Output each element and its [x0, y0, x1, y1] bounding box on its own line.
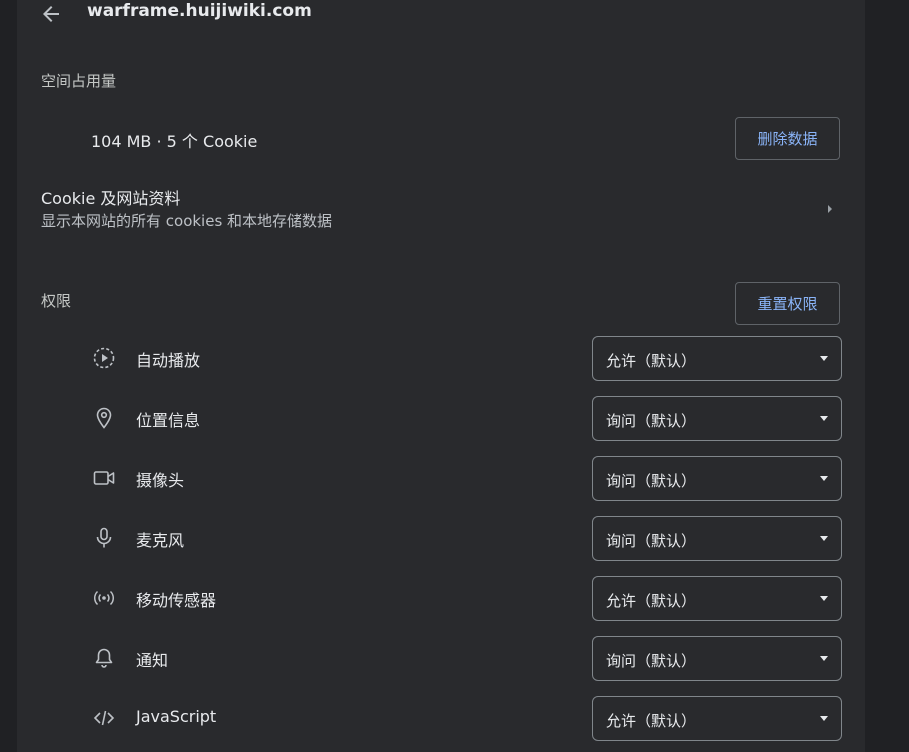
permissions-section-label: 权限	[41, 292, 72, 310]
camera-icon	[93, 471, 115, 485]
location-icon	[96, 407, 112, 429]
usage-section-label: 空间占用量	[41, 72, 117, 90]
microphone-icon	[96, 527, 112, 548]
back-button[interactable]	[39, 2, 63, 26]
caret-down-icon	[820, 536, 828, 541]
cookies-row-title: Cookie 及网站资料	[41, 189, 181, 208]
motion-sensor-icon	[93, 590, 115, 606]
permission-label: JavaScript	[136, 707, 217, 726]
permission-label: 移动传感器	[136, 591, 217, 610]
permission-label: 摄像头	[136, 471, 185, 490]
caret-down-icon	[820, 716, 828, 721]
permission-select-motion-sensors[interactable]: 允许（默认）	[592, 576, 842, 621]
permission-row-camera: 摄像头 询问（默认）	[17, 456, 865, 501]
permission-select-location[interactable]: 询问（默认）	[592, 396, 842, 441]
caret-down-icon	[820, 416, 828, 421]
cookies-and-site-data-row[interactable]: Cookie 及网站资料 显示本网站的所有 cookies 和本地存储数据	[17, 182, 865, 236]
header: warframe.huijiwiki.com	[17, 0, 865, 30]
caret-down-icon	[820, 476, 828, 481]
caret-down-icon	[820, 356, 828, 361]
delete-data-button[interactable]: 删除数据	[735, 117, 840, 160]
code-icon	[93, 710, 115, 726]
permission-row-notifications: 通知 询问（默认）	[17, 636, 865, 681]
permission-label: 麦克风	[136, 531, 185, 550]
select-value: 询问（默认）	[606, 412, 697, 430]
permission-row-microphone: 麦克风 询问（默认）	[17, 516, 865, 561]
site-settings-panel: warframe.huijiwiki.com 空间占用量 104 MB · 5 …	[17, 0, 865, 752]
bell-icon	[95, 648, 113, 668]
usage-summary: 104 MB · 5 个 Cookie	[91, 132, 258, 151]
caret-down-icon	[820, 596, 828, 601]
permission-label: 通知	[136, 651, 169, 670]
permission-select-javascript[interactable]: 允许（默认）	[592, 696, 842, 741]
caret-down-icon	[820, 656, 828, 661]
permission-label: 自动播放	[136, 351, 201, 370]
cookies-row-subtitle: 显示本网站的所有 cookies 和本地存储数据	[41, 212, 333, 230]
arrow-back-icon	[43, 6, 59, 22]
autoplay-icon	[93, 347, 115, 369]
page-title: warframe.huijiwiki.com	[87, 1, 312, 21]
chevron-right-icon	[828, 205, 832, 213]
select-value: 询问（默认）	[606, 652, 697, 670]
permission-select-microphone[interactable]: 询问（默认）	[592, 516, 842, 561]
permission-label: 位置信息	[136, 411, 201, 430]
permission-row-location: 位置信息 询问（默认）	[17, 396, 865, 441]
permission-row-autoplay: 自动播放 允许（默认）	[17, 336, 865, 381]
permission-select-notifications[interactable]: 询问（默认）	[592, 636, 842, 681]
select-value: 询问（默认）	[606, 472, 697, 490]
select-value: 允许（默认）	[606, 712, 697, 730]
select-value: 允许（默认）	[606, 592, 697, 610]
permission-row-motion-sensors: 移动传感器 允许（默认）	[17, 576, 865, 621]
permission-row-javascript: JavaScript 允许（默认）	[17, 696, 865, 741]
permission-select-autoplay[interactable]: 允许（默认）	[592, 336, 842, 381]
reset-permissions-button[interactable]: 重置权限	[735, 282, 840, 325]
select-value: 允许（默认）	[606, 352, 697, 370]
permission-select-camera[interactable]: 询问（默认）	[592, 456, 842, 501]
select-value: 询问（默认）	[606, 532, 697, 550]
